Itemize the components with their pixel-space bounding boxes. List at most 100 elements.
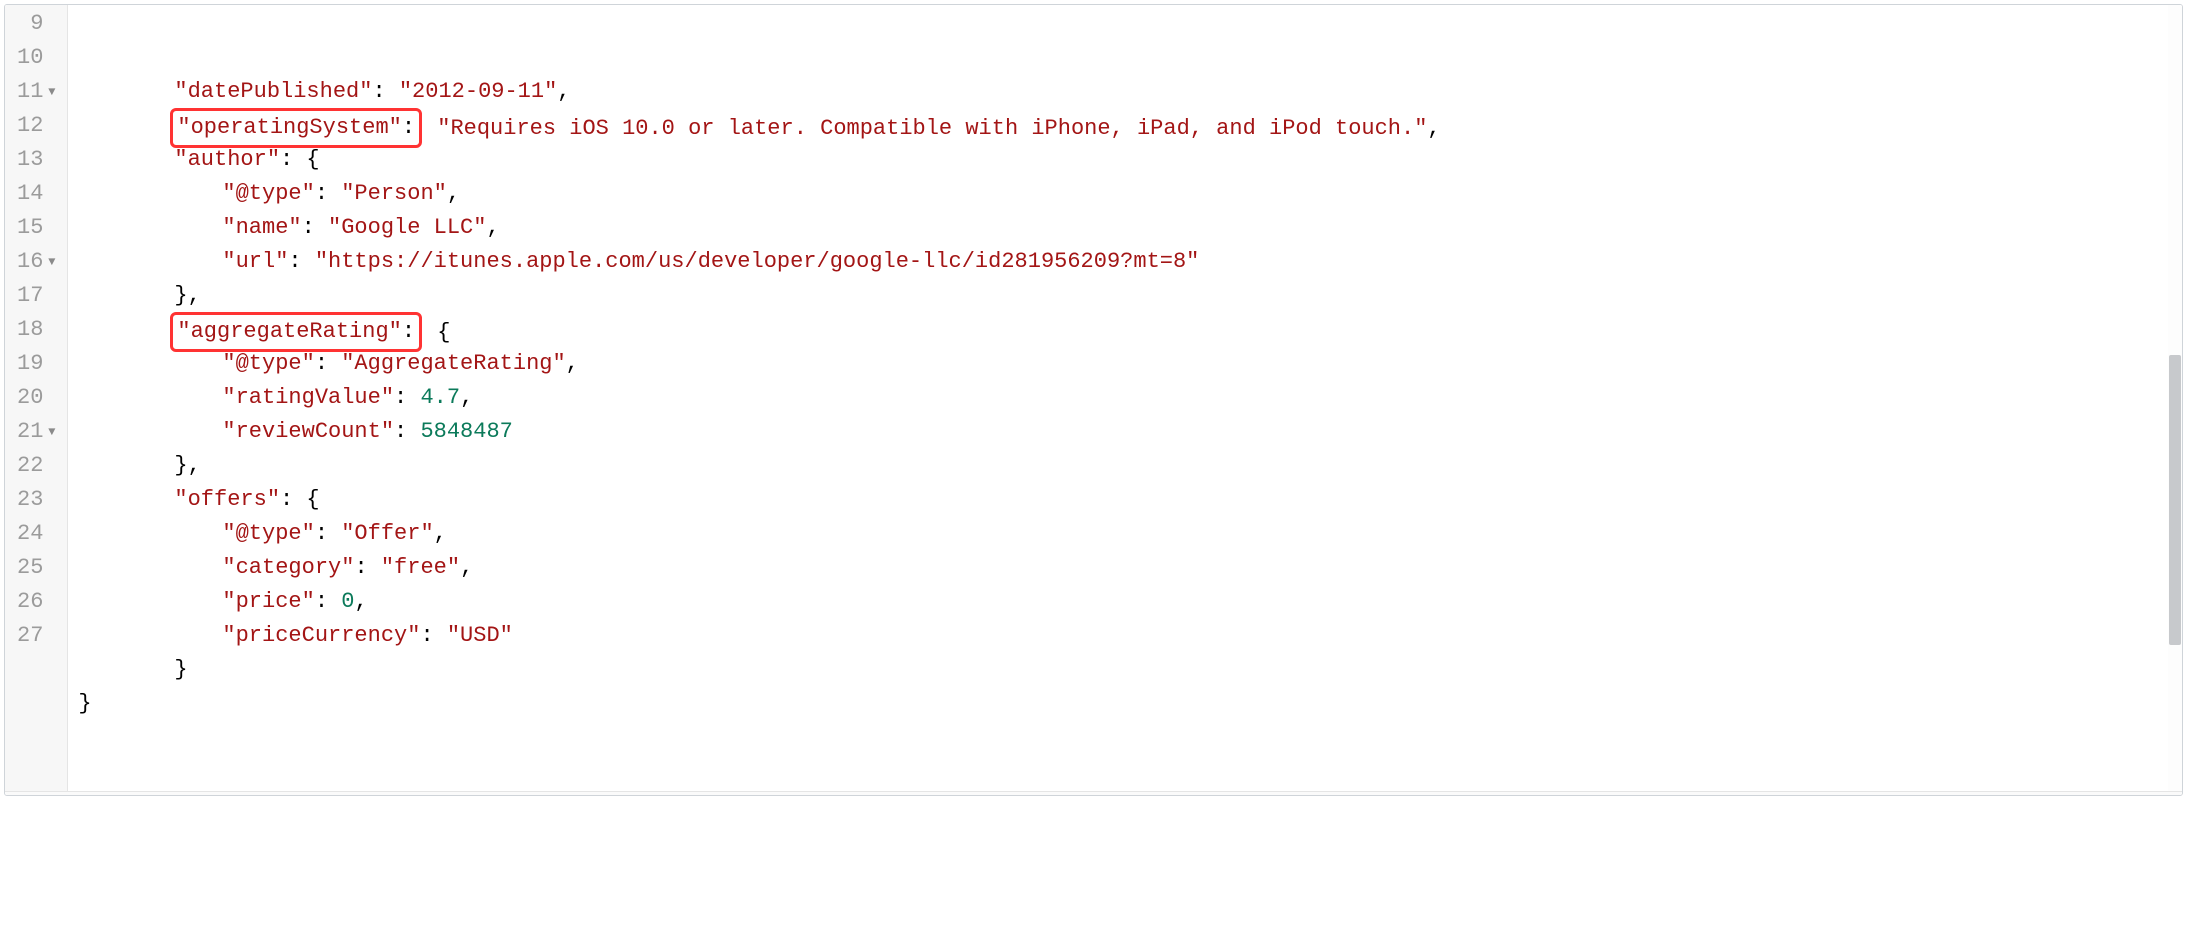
string-token: "2012-09-11" — [399, 79, 557, 104]
punct-token: : — [354, 555, 380, 580]
code-editor-frame: 91011▼1213141516▼1718192021▼222324252627… — [4, 4, 2183, 796]
code-line[interactable]: "@type": "Person", — [78, 177, 2172, 211]
string-token: "operatingSystem" — [177, 115, 401, 140]
punct-token: , — [1427, 116, 1440, 141]
code-line[interactable]: "url": "https://itunes.apple.com/us/deve… — [78, 245, 2172, 279]
string-token: "Requires iOS 10.0 or later. Compatible … — [437, 116, 1427, 141]
punct-token: : { — [280, 147, 320, 172]
string-token: "Offer" — [341, 521, 433, 546]
line-number: 23 — [5, 483, 67, 517]
code-line[interactable]: }, — [78, 279, 2172, 313]
punct-token: : — [315, 181, 341, 206]
code-line[interactable]: "@type": "AggregateRating", — [78, 347, 2172, 381]
number-token: 0 — [341, 589, 354, 614]
number-token: 4.7 — [420, 385, 460, 410]
string-token: "Person" — [341, 181, 447, 206]
punct-token: } — [174, 657, 187, 682]
line-number: 14 — [5, 177, 67, 211]
string-token: "author" — [174, 147, 280, 172]
string-token: "category" — [222, 555, 354, 580]
line-number: 22 — [5, 449, 67, 483]
punct-token: , — [557, 79, 570, 104]
punct-token: : — [302, 215, 328, 240]
line-number: 13 — [5, 143, 67, 177]
punct-token: : — [402, 319, 415, 344]
line-number: 27 — [5, 619, 67, 653]
line-number: 21▼ — [5, 415, 67, 449]
string-token: "reviewCount" — [222, 419, 394, 444]
code-editor: 91011▼1213141516▼1718192021▼222324252627… — [5, 5, 2182, 791]
punct-token: } — [78, 691, 91, 716]
line-number: 10 — [5, 41, 67, 75]
code-line[interactable]: "aggregateRating": { — [78, 313, 2172, 347]
string-token: "url" — [222, 249, 288, 274]
string-token: "AggregateRating" — [341, 351, 565, 376]
code-line[interactable]: "category": "free", — [78, 551, 2172, 585]
punct-token: : — [315, 589, 341, 614]
punct-token: : — [315, 521, 341, 546]
line-number: 16▼ — [5, 245, 67, 279]
code-line[interactable]: "author": { — [78, 143, 2172, 177]
code-line[interactable]: "reviewCount": 5848487 — [78, 415, 2172, 449]
fold-toggle-icon[interactable]: ▼ — [45, 245, 55, 279]
punct-token: , — [460, 555, 473, 580]
punct-token: , — [460, 385, 473, 410]
string-token: "@type" — [222, 521, 314, 546]
string-token: "price" — [222, 589, 314, 614]
string-token: "USD" — [447, 623, 513, 648]
fold-toggle-icon[interactable]: ▼ — [45, 415, 55, 449]
highlight-box: "operatingSystem": — [170, 108, 422, 148]
line-number: 11▼ — [5, 75, 67, 109]
string-token: "free" — [381, 555, 460, 580]
code-line[interactable]: "operatingSystem": "Requires iOS 10.0 or… — [78, 109, 2172, 143]
punct-token: , — [354, 589, 367, 614]
line-number: 25 — [5, 551, 67, 585]
punct-token — [424, 116, 437, 141]
line-number: 26 — [5, 585, 67, 619]
punct-token: }, — [174, 453, 200, 478]
punct-token: : — [402, 115, 415, 140]
string-token: "name" — [222, 215, 301, 240]
code-line[interactable]: "@type": "Offer", — [78, 517, 2172, 551]
punct-token: : { — [280, 487, 320, 512]
punct-token: , — [447, 181, 460, 206]
code-line[interactable]: "price": 0, — [78, 585, 2172, 619]
line-number: 19 — [5, 347, 67, 381]
string-token: "datePublished" — [174, 79, 372, 104]
code-line[interactable]: "datePublished": "2012-09-11", — [78, 75, 2172, 109]
editor-footer — [5, 791, 2182, 795]
string-token: "offers" — [174, 487, 280, 512]
punct-token: : — [372, 79, 398, 104]
line-number: 20 — [5, 381, 67, 415]
number-token: 5848487 — [420, 419, 512, 444]
code-line[interactable]: "name": "Google LLC", — [78, 211, 2172, 245]
line-number: 17 — [5, 279, 67, 313]
code-line[interactable]: "offers": { — [78, 483, 2172, 517]
string-token: "ratingValue" — [222, 385, 394, 410]
punct-token: : — [420, 623, 446, 648]
line-number: 15 — [5, 211, 67, 245]
code-line[interactable]: } — [78, 687, 2172, 721]
line-number: 18 — [5, 313, 67, 347]
punct-token: : — [394, 385, 420, 410]
punct-token: , — [566, 351, 579, 376]
string-token: "@type" — [222, 181, 314, 206]
fold-toggle-icon[interactable]: ▼ — [45, 75, 55, 109]
vertical-scrollbar-track[interactable] — [2168, 5, 2182, 791]
punct-token: : — [394, 419, 420, 444]
code-content[interactable]: "datePublished": "2012-09-11","operating… — [68, 5, 2182, 791]
vertical-scrollbar-thumb[interactable] — [2169, 355, 2181, 645]
code-line[interactable]: "priceCurrency": "USD" — [78, 619, 2172, 653]
string-token: "@type" — [222, 351, 314, 376]
punct-token: , — [434, 521, 447, 546]
string-token: "aggregateRating" — [177, 319, 401, 344]
code-line[interactable]: "ratingValue": 4.7, — [78, 381, 2172, 415]
line-number: 9 — [5, 7, 67, 41]
punct-token: , — [486, 215, 499, 240]
string-token: "Google LLC" — [328, 215, 486, 240]
code-line[interactable]: } — [78, 653, 2172, 687]
line-number-gutter: 91011▼1213141516▼1718192021▼222324252627 — [5, 5, 68, 791]
string-token: "priceCurrency" — [222, 623, 420, 648]
code-line[interactable]: }, — [78, 449, 2172, 483]
line-number: 12 — [5, 109, 67, 143]
